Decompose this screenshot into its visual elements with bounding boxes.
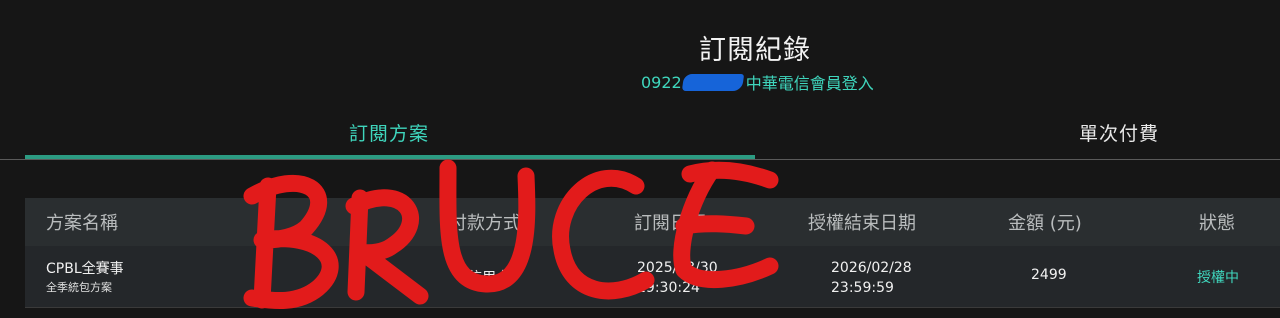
column-header-status: 狀態	[1199, 213, 1235, 234]
column-header-plan-name: 方案名稱	[46, 213, 118, 234]
tabs: 訂閱方案 單次付費	[0, 104, 1280, 160]
subscription-records-page: 訂閱紀錄 0922 中華電信會員登入 訂閱方案 單次付費 方案名稱 付款方式 訂…	[0, 0, 1280, 318]
subscription-date: 2025/03/30 19:30:24	[637, 258, 718, 298]
redaction-mark	[681, 73, 744, 91]
column-header-payment-method: 付款方式	[449, 213, 521, 234]
plan-name: CPBL全賽事	[46, 261, 124, 277]
plan-subtitle: 全季統包方案	[46, 281, 112, 294]
license-end-date-day: 2026/02/28	[831, 260, 912, 276]
status-badge: 授權中	[1197, 270, 1239, 286]
table-row[interactable]: CPBL全賽事 全季統包方案 信用卡 2025/03/30 19:30:24 2…	[25, 246, 1280, 308]
column-header-subscription-date: 訂閱日期	[634, 213, 706, 234]
page-title: 訂閱紀錄	[699, 35, 811, 66]
amount: 2499	[1031, 267, 1067, 283]
member-login-line: 0922 中華電信會員登入	[641, 70, 874, 94]
tab-subscription-plans[interactable]: 訂閱方案	[349, 119, 429, 146]
column-header-amount: 金額 (元)	[1008, 213, 1082, 234]
login-text: 中華電信會員登入	[745, 74, 874, 93]
subscription-table: 方案名稱 付款方式 訂閱日期 授權結束日期 金額 (元) 狀態 CPBL全賽事 …	[25, 198, 1280, 308]
license-end-date-time: 23:59:59	[831, 280, 894, 296]
column-header-license-end-date: 授權結束日期	[808, 213, 916, 234]
table-header: 方案名稱 付款方式 訂閱日期 授權結束日期 金額 (元) 狀態	[25, 198, 1280, 246]
license-end-date: 2026/02/28 23:59:59	[831, 258, 912, 298]
subscription-date-day: 2025/03/30	[637, 260, 718, 276]
tab-single-payment[interactable]: 單次付費	[1079, 119, 1159, 146]
subscription-date-time: 19:30:24	[637, 280, 700, 296]
tabs-divider	[0, 159, 1280, 160]
phone-number: 0922	[641, 72, 682, 92]
payment-method: 信用卡	[468, 270, 510, 286]
